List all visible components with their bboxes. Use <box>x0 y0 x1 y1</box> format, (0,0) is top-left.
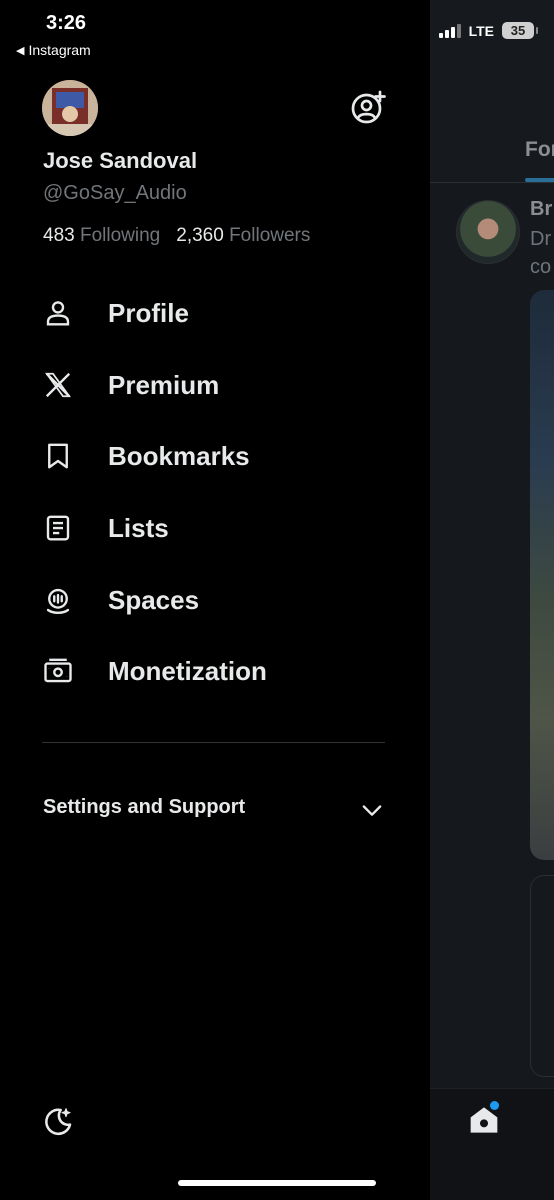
home-indicator[interactable] <box>178 1180 376 1186</box>
back-triangle-icon: ◀ <box>16 44 25 57</box>
header-divider <box>430 182 554 183</box>
following-link[interactable]: 483 Following <box>43 225 160 247</box>
battery-icon: 35 <box>502 22 538 39</box>
timeline-background[interactable]: For Br Dr co <box>430 0 554 1200</box>
status-time: 3:26 <box>46 12 87 34</box>
menu-item-label: Spaces <box>108 584 200 615</box>
followers-link[interactable]: 2,360 Followers <box>176 225 310 247</box>
add-account-icon[interactable] <box>350 89 386 125</box>
follow-stats: 483 Following 2,360 Followers <box>43 225 310 247</box>
back-app-label: Instagram <box>28 42 91 58</box>
followers-label: Followers <box>229 225 311 246</box>
menu-item-premium[interactable]: Premium <box>42 365 219 405</box>
battery-level: 35 <box>510 23 526 38</box>
following-label: Following <box>79 225 161 246</box>
menu-divider <box>42 742 385 743</box>
menu-item-label: Lists <box>108 512 169 543</box>
avatar-image <box>42 80 98 136</box>
following-count: 483 <box>43 225 75 246</box>
person-icon <box>42 297 74 329</box>
menu-item-label: Premium <box>108 369 220 400</box>
tweet-media[interactable] <box>530 290 554 860</box>
menu-item-lists[interactable]: Lists <box>42 508 169 548</box>
profile-handle: @GoSay_Audio <box>43 182 187 204</box>
tweet-card[interactable] <box>530 875 554 1077</box>
list-icon <box>42 512 74 544</box>
menu-item-spaces[interactable]: Spaces <box>42 580 199 620</box>
menu-item-label: Bookmarks <box>108 440 250 471</box>
followers-count: 2,360 <box>176 225 224 246</box>
status-indicators: LTE 35 <box>438 22 538 39</box>
menu-item-bookmarks[interactable]: Bookmarks <box>42 436 250 476</box>
x-logo-icon <box>42 369 74 401</box>
signal-icon <box>438 23 461 38</box>
menu-item-label: Profile <box>108 297 189 328</box>
settings-support-toggle[interactable]: Settings and Support <box>43 796 245 819</box>
avatar[interactable] <box>42 80 98 136</box>
menu-item-profile[interactable]: Profile <box>42 293 189 333</box>
network-label: LTE <box>468 22 494 39</box>
menu-item-label: Monetization <box>108 655 267 686</box>
tweet-text-line: Dr <box>530 228 552 250</box>
bookmark-icon <box>42 440 74 472</box>
tweet-avatar[interactable] <box>456 200 520 264</box>
menu-item-monetization[interactable]: Monetization <box>42 651 267 691</box>
money-icon <box>42 655 74 687</box>
chevron-down-icon[interactable] <box>358 796 386 824</box>
spaces-icon <box>42 584 74 616</box>
back-to-app-link[interactable]: ◀ Instagram <box>16 42 91 58</box>
tweet-author-name: Br <box>530 198 553 220</box>
tweet-text-line: co <box>530 256 552 278</box>
profile-name[interactable]: Jose Sandoval <box>43 148 197 174</box>
theme-moon-icon[interactable] <box>42 1106 74 1138</box>
notification-dot <box>490 1101 499 1110</box>
tab-for-you[interactable]: For <box>525 138 554 162</box>
